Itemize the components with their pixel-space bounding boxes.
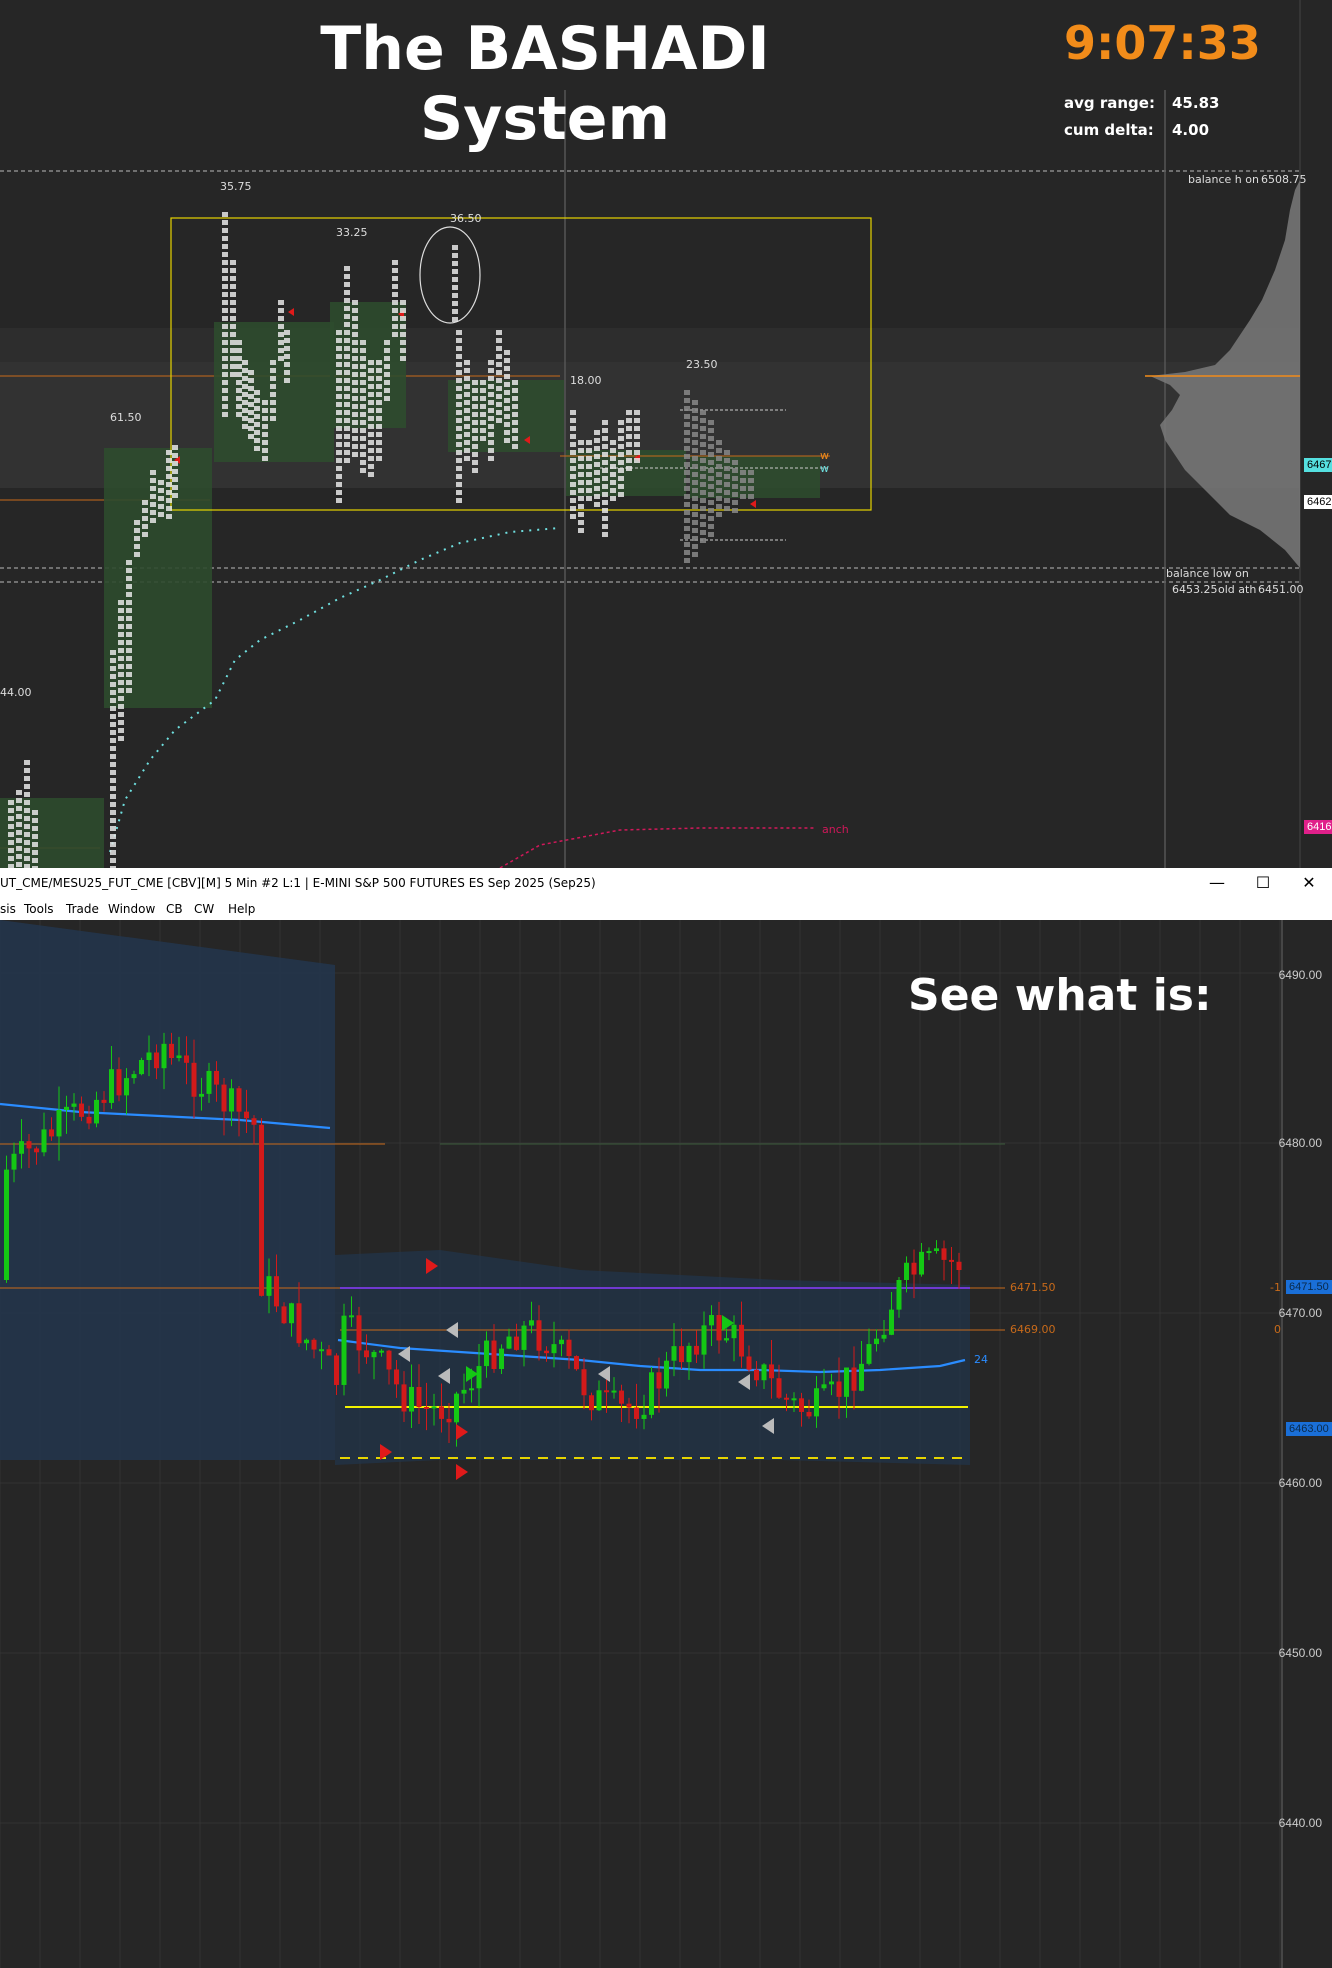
price-axis-label: 6490.00 [1278, 968, 1322, 982]
price-tag: 6471.50 [1286, 1280, 1332, 1294]
menu-trade[interactable]: Trade [66, 902, 99, 916]
old-ath-label: old ath [1218, 583, 1257, 596]
minimize-button[interactable]: — [1202, 872, 1232, 894]
menu-help[interactable]: Help [228, 902, 255, 916]
price-axis-label: 6470.00 [1278, 1306, 1322, 1320]
candlestick-chart[interactable] [0, 920, 1332, 1968]
menu-bar: sis Tools Trade Window CB CW Help [0, 898, 1332, 921]
candlestick-panel[interactable]: See what is: 6490.00 6480.00 6470.00 646… [0, 920, 1332, 1968]
balance-high-label: balance h on [1188, 173, 1259, 186]
page-title: The BASHADI System [320, 14, 770, 154]
avg-range-value: 45.83 [1172, 94, 1220, 112]
menu-cb[interactable]: CB [166, 902, 183, 916]
range-label: 36.50 [450, 212, 482, 225]
price-axis-label: 6460.00 [1278, 1476, 1322, 1490]
maximize-button[interactable]: ☐ [1248, 872, 1278, 894]
market-profile-panel: The BASHADI System 9:07:33 avg range: 45… [0, 0, 1332, 868]
window-titlebar[interactable]: UT_CME/MESU25_FUT_CME [CBV][M] 5 Min #2 … [0, 868, 1332, 898]
price-tag: 6416 [1304, 820, 1332, 834]
clock: 9:07:33 [1064, 16, 1261, 70]
price-axis-label: 6440.00 [1278, 1816, 1322, 1830]
balance-low-value: 6453.25 [1172, 583, 1218, 596]
menu-window[interactable]: Window [108, 902, 155, 916]
price-axis-label: 6450.00 [1278, 1646, 1322, 1660]
price-tag: 6462. [1304, 495, 1332, 509]
menu-tools[interactable]: Tools [24, 902, 54, 916]
side-mark: -1 [1270, 1281, 1281, 1294]
anch-label: anch [822, 823, 849, 836]
range-label: 23.50 [686, 358, 718, 371]
price-tag: 6463.00 [1286, 1422, 1332, 1436]
ma-marker: 24 [974, 1353, 988, 1366]
w-mark: w [820, 449, 829, 462]
price-line-label: 6471.50 [1010, 1281, 1056, 1294]
close-button[interactable]: ✕ [1294, 872, 1324, 894]
headline: See what is: [908, 970, 1212, 1021]
balance-low-label: balance low on [1166, 567, 1249, 580]
range-label: 33.25 [336, 226, 368, 239]
price-tag: 6467. [1304, 458, 1332, 472]
old-ath-value: 6451.00 [1258, 583, 1304, 596]
range-label: 61.50 [110, 411, 142, 424]
menu-cw[interactable]: CW [194, 902, 214, 916]
range-label: 35.75 [220, 180, 252, 193]
avg-range-label: avg range: [1064, 94, 1155, 112]
price-line-label: 6469.00 [1010, 1323, 1056, 1336]
range-label: 18.00 [570, 374, 602, 387]
side-mark: 0 [1274, 1323, 1281, 1336]
cum-delta-value: 4.00 [1172, 121, 1210, 139]
w-mark: w [820, 462, 829, 475]
menu-analysis[interactable]: sis [0, 902, 16, 916]
balance-high-value: 6508.75 [1261, 173, 1307, 186]
cum-delta-label: cum delta: [1064, 121, 1154, 139]
price-axis-label: 6480.00 [1278, 1136, 1322, 1150]
range-label: 44.00 [0, 686, 32, 699]
window-title: UT_CME/MESU25_FUT_CME [CBV][M] 5 Min #2 … [0, 876, 596, 890]
